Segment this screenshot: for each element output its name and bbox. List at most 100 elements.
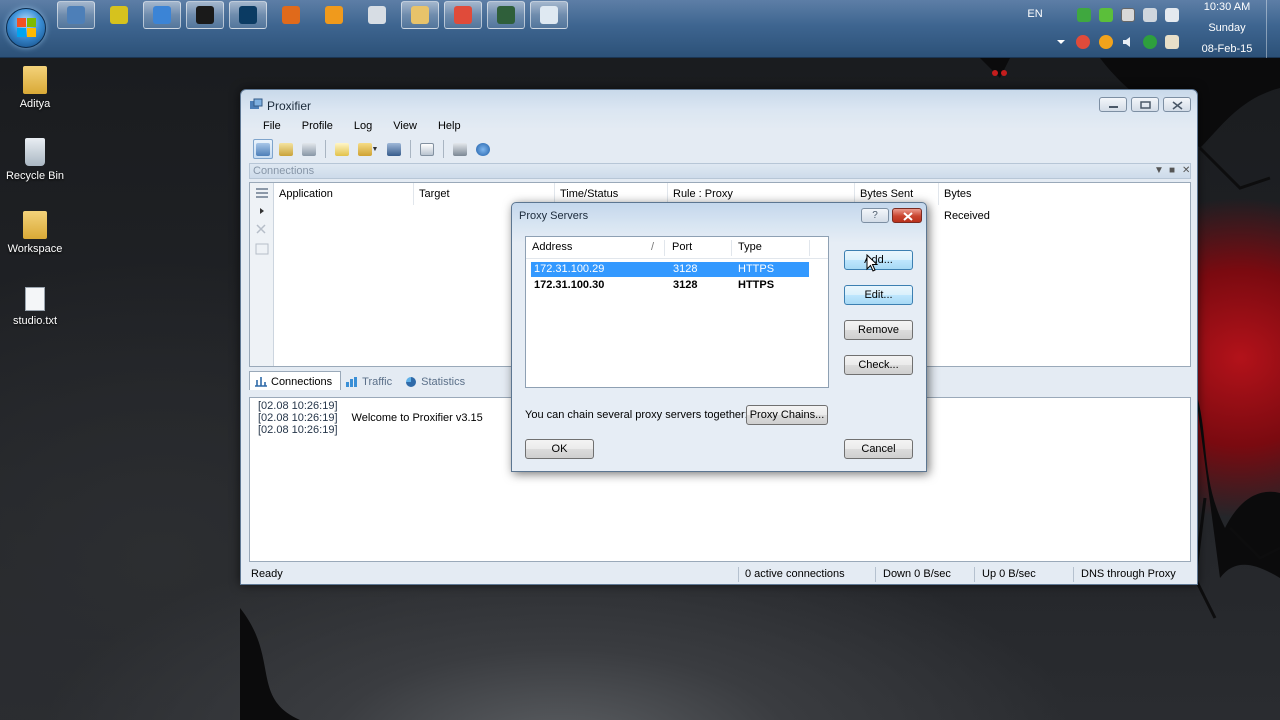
menu-log[interactable]: Log [340,118,379,136]
clipboard-tray-icon[interactable] [1143,8,1157,22]
column-bytes-received[interactable]: Bytes Received [939,183,1019,222]
tab-statistics[interactable]: Statistics [400,371,473,390]
tab-traffic[interactable]: Traffic [341,371,400,390]
check-proxy-button[interactable]: Check... [844,355,913,375]
show-desktop-button[interactable] [1266,0,1280,58]
word-tray-icon[interactable] [1165,35,1179,49]
taskbar-button-proxifier[interactable] [57,1,95,29]
edit-proxy-button[interactable]: Edit... [844,285,913,305]
proxifier-app-icon [250,98,263,109]
open-folder-icon [357,142,372,156]
desktop-icon-recycle-bin[interactable]: Recycle Bin [0,138,70,182]
status-separator [875,567,876,582]
clock-date[interactable]: 08-Feb-15 [1196,43,1258,55]
proxy-port: 3128 [673,263,698,275]
taskbar-button-folder[interactable] [401,1,439,29]
taskbar-button-settings-app[interactable] [143,1,181,29]
taskbar-button-firefox[interactable] [272,1,310,29]
desktop-icon-studio-txt[interactable]: studio.txt [0,287,70,327]
media-disc-icon [110,6,128,24]
menu-profile[interactable]: Profile [288,118,340,136]
new-profile-icon [335,142,349,156]
proxy-row-selected[interactable]: 172.31.100.29 3128 HTTPS [531,262,809,277]
menu-view[interactable]: View [379,118,424,136]
connections-view-button[interactable] [253,139,273,159]
list-view-icon[interactable] [255,187,269,199]
column-address[interactable]: Address [532,241,572,253]
text-file-icon [25,287,45,311]
language-indicator[interactable]: EN [1022,8,1048,20]
proxy-servers-button[interactable] [299,139,319,159]
clock-time[interactable]: 10:30 AM [1196,1,1258,13]
proxy-type: HTTPS [738,279,775,291]
utorrent-icon[interactable] [1143,35,1157,49]
device-tray-icon[interactable] [1165,8,1179,22]
expand-arrow-icon[interactable] [258,207,266,215]
tab-label: Connections [271,376,333,388]
proxy-servers-icon [302,142,316,156]
maximize-button[interactable] [1131,97,1159,112]
properties-icon[interactable] [255,243,269,255]
toolbar-separator [410,140,411,158]
start-button[interactable] [6,8,46,48]
dialog-close-button[interactable] [892,208,922,223]
taskbar-button-terminal[interactable] [487,1,525,29]
proxy-chains-button[interactable]: Proxy Chains... [746,405,828,425]
panel-close-icon[interactable]: ✕ [1182,164,1190,178]
desktop-icon-aditya[interactable]: Aditya [0,66,70,110]
dialog-title: Proxy Servers [519,210,589,222]
column-divider [731,240,732,256]
dialog-help-button[interactable]: ? [861,208,889,223]
panel-pin-icon[interactable]: ■ [1169,164,1175,178]
menu-help[interactable]: Help [424,118,468,136]
remove-proxy-button[interactable]: Remove [844,320,913,340]
taskbar-button-chrome[interactable] [444,1,482,29]
ok-button[interactable]: OK [525,439,594,459]
desktop-icon-label: Aditya [19,98,51,110]
print-button[interactable] [450,139,470,159]
proxy-address: 172.31.100.29 [534,263,605,275]
taskbar-button-film-editor[interactable] [358,1,396,29]
taskbar-button-media-player[interactable] [315,1,353,29]
taskbar-button-media-disc[interactable] [100,1,138,29]
panel-menu-arrow-icon[interactable]: ▼ [1154,164,1164,178]
close-connection-icon[interactable] [255,223,267,235]
open-profile-button[interactable]: ▼ [355,139,381,159]
desktop-icon-workspace[interactable]: Workspace [0,211,70,255]
clock-day[interactable]: Sunday [1196,22,1258,34]
window-title: Proxifier [267,99,312,113]
column-port[interactable]: Port [672,241,692,253]
proxy-server-list[interactable]: Address / Port Type 172.31.100.29 3128 H… [525,236,829,388]
taskbar-button-dark-circle-app[interactable] [186,1,224,29]
user-folder-icon [23,66,47,94]
taskbar-button-notepad[interactable] [530,1,568,29]
toolbar-separator [325,140,326,158]
help-button[interactable] [473,139,493,159]
folder-icon [411,6,429,24]
volume-icon[interactable] [1121,35,1135,49]
menu-file[interactable]: File [249,118,288,136]
rules-view-button[interactable] [276,139,296,159]
save-icon [387,142,401,156]
status-ready: Ready [251,568,283,580]
tab-connections[interactable]: Connections [249,371,342,390]
column-application[interactable]: Application [274,183,414,205]
proxy-row[interactable]: 172.31.100.30 3128 HTTPS [531,278,809,293]
show-hidden-icons-icon[interactable] [1056,38,1066,46]
copy-button[interactable] [417,139,437,159]
square-tray-icon[interactable] [1121,8,1135,22]
chrome-tray-icon[interactable] [1076,35,1090,49]
cancel-button[interactable]: Cancel [844,439,913,459]
green-app-tray-icon[interactable] [1099,8,1113,22]
save-profile-button[interactable] [384,139,404,159]
orange-tray-icon[interactable] [1099,35,1113,49]
status-bar: Ready 0 active connections Down 0 B/sec … [243,566,1195,584]
new-profile-button[interactable] [332,139,352,159]
column-type[interactable]: Type [738,241,762,253]
close-button[interactable] [1163,97,1191,112]
taskbar-button-photoshop[interactable] [229,1,267,29]
minimize-button[interactable] [1099,97,1127,112]
network-icon[interactable] [1077,8,1091,22]
log-timestamp: [02.08 10:26:19] [258,412,338,424]
toolbar: ▼ [253,138,493,160]
